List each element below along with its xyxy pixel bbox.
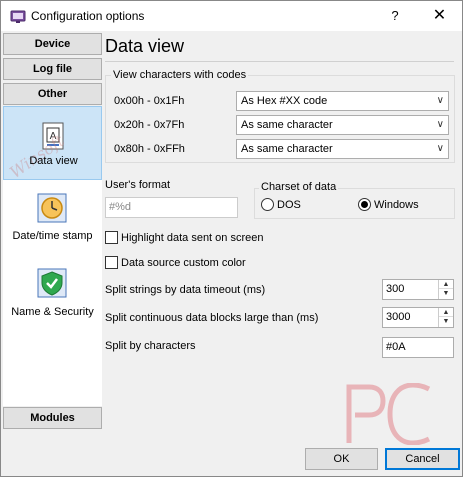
help-button[interactable]: ?	[377, 1, 413, 31]
nav-item-panel: A Winsoft Data view Date/time stamp Name…	[3, 106, 102, 406]
split-blocks-label: Split continuous data blocks large than …	[105, 312, 319, 324]
split-timeout-stepper[interactable]: 300 ▲ ▼	[382, 279, 454, 300]
stepper-value: 300	[386, 283, 405, 295]
highlight-sent-checkbox[interactable]	[105, 231, 118, 244]
cancel-button[interactable]: Cancel	[385, 448, 460, 470]
chevron-down-icon[interactable]: ▼	[439, 317, 453, 326]
nav-item-label: Date/time stamp	[12, 230, 93, 242]
split-chars-field[interactable]: #0A	[382, 337, 454, 358]
clock-icon	[37, 193, 67, 223]
codes-20-7f-select[interactable]: As same character ∨	[236, 115, 449, 135]
page-title: Data view	[105, 36, 185, 56]
range-label: 0x20h - 0x7Fh	[114, 119, 185, 131]
charset-windows-radio[interactable]	[358, 198, 371, 211]
codes-80-ff-select[interactable]: As same character ∨	[236, 139, 449, 159]
left-nav: Device Log file Other A Winsoft Data vie…	[3, 32, 102, 475]
range-label: 0x00h - 0x1Fh	[114, 95, 185, 107]
window-title: Configuration options	[31, 9, 145, 23]
select-value: As Hex #XX code	[241, 95, 328, 107]
codes-00-1f-select[interactable]: As Hex #XX code ∨	[236, 91, 449, 111]
chevron-down-icon[interactable]: ▼	[439, 289, 453, 298]
nav-button-other[interactable]: Other	[3, 83, 102, 105]
range-label: 0x80h - 0xFFh	[114, 143, 185, 155]
chevron-down-icon: ∨	[436, 95, 444, 106]
chevron-up-icon[interactable]: ▲	[439, 280, 453, 289]
chevron-up-icon[interactable]: ▲	[439, 308, 453, 317]
ok-button[interactable]: OK	[305, 448, 378, 470]
charset-dos-label: DOS	[277, 199, 301, 211]
stepper-value: 3000	[386, 311, 411, 323]
nav-item-data-view[interactable]: A Winsoft Data view	[3, 106, 102, 182]
split-timeout-label: Split strings by data timeout (ms)	[105, 284, 266, 296]
nav-button-log-file[interactable]: Log file	[3, 58, 102, 80]
split-blocks-stepper[interactable]: 3000 ▲ ▼	[382, 307, 454, 328]
select-value: As same character	[241, 143, 333, 155]
stepper-arrows: ▲ ▼	[438, 280, 453, 299]
charset-group-label: Charset of data	[259, 181, 339, 193]
select-value: As same character	[241, 119, 333, 131]
highlight-sent-label: Highlight data sent on screen	[121, 232, 264, 244]
user-format-field[interactable]: #%d	[105, 197, 238, 218]
chevron-down-icon: ∨	[436, 119, 444, 130]
close-button[interactable]: ✕	[417, 1, 462, 31]
nav-button-device[interactable]: Device	[3, 33, 102, 55]
stepper-arrows: ▲ ▼	[438, 308, 453, 327]
nav-button-modules[interactable]: Modules	[3, 407, 102, 429]
app-icon	[10, 10, 26, 23]
shield-icon	[37, 268, 67, 298]
user-format-label: User's format	[105, 179, 171, 191]
title-bar: Configuration options ? ✕	[1, 1, 462, 31]
nav-item-name-security[interactable]: Name & Security	[3, 258, 102, 332]
title-divider	[105, 61, 454, 62]
nav-item-date-time-stamp[interactable]: Date/time stamp	[3, 182, 102, 256]
configuration-window: Configuration options ? ✕ Device Log fil…	[0, 0, 463, 477]
codes-group-label: View characters with codes	[111, 69, 249, 81]
custom-color-checkbox[interactable]	[105, 256, 118, 269]
chevron-down-icon: ∨	[436, 143, 444, 154]
custom-color-label: Data source custom color	[121, 257, 246, 269]
pc-logo-icon	[346, 383, 431, 445]
split-chars-label: Split by characters	[105, 340, 196, 352]
nav-item-label: Data view	[29, 155, 78, 167]
charset-windows-label: Windows	[374, 199, 419, 211]
charset-dos-radio[interactable]	[261, 198, 274, 211]
nav-item-label: Name & Security	[11, 306, 94, 318]
